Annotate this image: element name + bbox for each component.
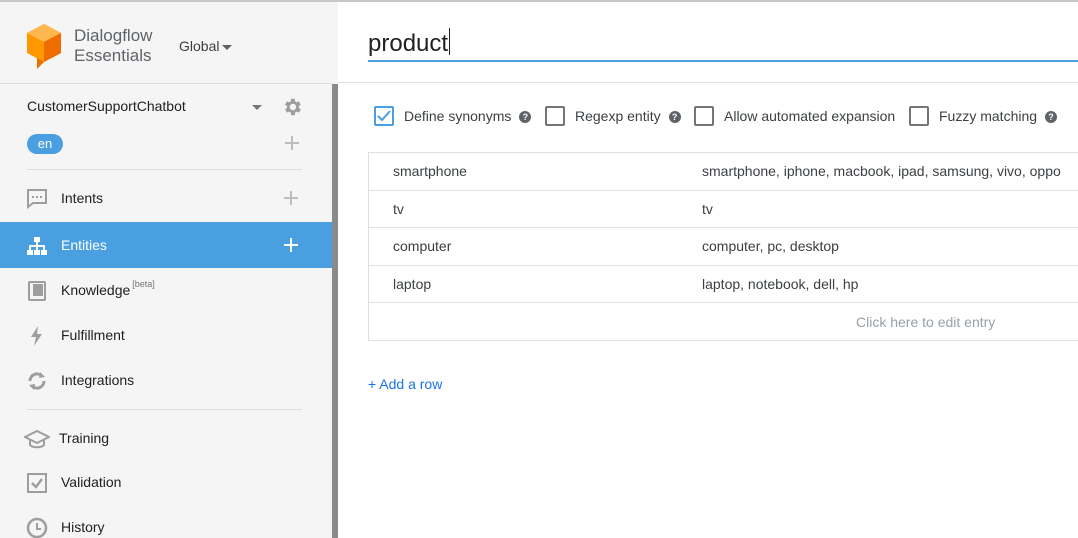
brand-line2: Essentials <box>74 46 152 65</box>
help-icon[interactable]: ? <box>668 111 681 124</box>
option-label: Fuzzy matching? <box>939 108 1058 124</box>
text-cursor <box>449 28 451 55</box>
brand-line1: Dialogflow <box>74 26 153 45</box>
synonyms[interactable]: smartphone, iphone, macbook, ipad, samsu… <box>702 163 1061 179</box>
table-row[interactable]: computer computer, pc, desktop <box>369 228 1078 266</box>
header-divider <box>338 82 1078 83</box>
sidebar-item-intents[interactable]: Intents <box>0 175 332 221</box>
agent-name[interactable]: CustomerSupportChatbot <box>27 98 186 114</box>
entities-icon <box>26 235 48 257</box>
logo-area: Dialogflow Essentials Global <box>0 2 332 84</box>
beta-badge: [beta] <box>132 279 155 289</box>
sidebar: Dialogflow Essentials Global CustomerSup… <box>0 0 338 538</box>
new-entry-row[interactable]: Click here to edit entry <box>369 303 1078 341</box>
agent-dropdown-icon[interactable] <box>252 105 262 110</box>
synonyms[interactable]: tv <box>702 201 713 217</box>
region-selector[interactable]: Global <box>179 38 233 54</box>
sidebar-divider <box>27 169 302 170</box>
table-row[interactable]: laptop laptop, notebook, dell, hp <box>369 266 1078 303</box>
regexp-entity-checkbox[interactable] <box>545 106 565 126</box>
sidebar-item-label: Fulfillment <box>61 327 125 343</box>
dialogflow-logo-icon[interactable] <box>25 22 63 75</box>
help-icon[interactable]: ? <box>1045 111 1058 124</box>
entity-editor: product Define synonyms? Regexp entity? … <box>338 0 1078 538</box>
sidebar-item-validation[interactable]: Validation <box>0 459 332 505</box>
history-icon <box>26 517 48 538</box>
sidebar-item-entities[interactable]: Entities <box>0 222 332 268</box>
sidebar-item-label: Entities <box>61 237 107 253</box>
reference-value[interactable]: laptop <box>393 276 431 292</box>
automated-expansion-checkbox[interactable] <box>694 106 714 126</box>
add-language-icon[interactable] <box>285 136 299 155</box>
entries-table: smartphone smartphone, iphone, macbook, … <box>368 152 1078 341</box>
integrations-icon <box>26 370 48 392</box>
synonyms[interactable]: laptop, notebook, dell, hp <box>702 276 858 292</box>
sidebar-item-label: Knowledge [beta] <box>61 279 155 298</box>
intents-icon <box>26 188 48 210</box>
brand-name: Dialogflow Essentials <box>74 26 152 66</box>
option-label: Regexp entity? <box>575 108 681 124</box>
add-entity-icon[interactable] <box>284 238 298 257</box>
sidebar-item-label: Integrations <box>61 372 135 388</box>
synonyms[interactable]: computer, pc, desktop <box>702 238 839 254</box>
reference-value[interactable]: smartphone <box>393 163 467 179</box>
reference-value[interactable]: tv <box>393 201 404 217</box>
add-row-link[interactable]: + Add a row <box>368 376 442 392</box>
sidebar-item-integrations[interactable]: Integrations <box>0 357 332 403</box>
region-label: Global <box>179 38 220 54</box>
sidebar-divider <box>27 409 302 410</box>
sidebar-item-knowledge[interactable]: Knowledge [beta] <box>0 267 332 313</box>
entity-name-input[interactable]: product <box>368 26 1078 62</box>
sidebar-item-training[interactable]: Training <box>0 415 332 461</box>
sidebar-item-history[interactable]: History <box>0 504 332 538</box>
fuzzy-matching-checkbox[interactable] <box>909 106 929 126</box>
add-intent-icon[interactable] <box>284 191 298 210</box>
training-icon <box>22 428 52 450</box>
language-chip[interactable]: en <box>27 134 63 154</box>
sidebar-item-label: Training <box>59 430 110 446</box>
gear-icon[interactable] <box>281 96 303 123</box>
validation-icon <box>26 472 48 494</box>
option-label: Define synonyms? <box>404 108 532 124</box>
define-synonyms-checkbox[interactable] <box>374 106 394 126</box>
top-border <box>338 0 1078 2</box>
sidebar-item-label: History <box>61 519 105 535</box>
edit-entry-hint[interactable]: Click here to edit entry <box>856 314 995 330</box>
option-label: Allow automated expansion <box>724 108 896 124</box>
knowledge-icon <box>26 280 48 302</box>
reference-value[interactable]: computer <box>393 238 451 254</box>
table-row[interactable]: tv tv <box>369 191 1078 228</box>
help-icon[interactable]: ? <box>519 111 532 124</box>
table-row[interactable]: smartphone smartphone, iphone, macbook, … <box>369 153 1078 191</box>
sidebar-item-label: Validation <box>61 474 122 490</box>
sidebar-item-label: Intents <box>61 190 104 206</box>
fulfillment-icon <box>26 325 48 347</box>
caret-down-icon <box>222 44 233 50</box>
sidebar-item-fulfillment[interactable]: Fulfillment <box>0 312 332 358</box>
